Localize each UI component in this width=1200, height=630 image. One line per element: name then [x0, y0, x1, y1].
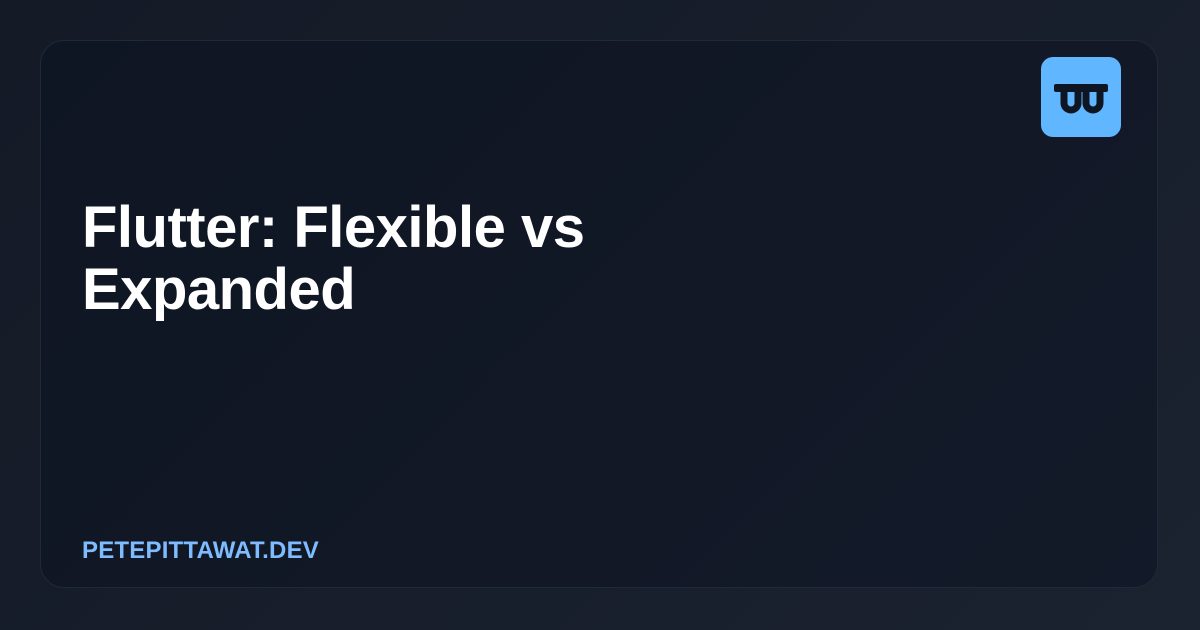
post-title: Flutter: Flexible vs Expanded: [82, 195, 585, 322]
pete-logo-icon: [1054, 84, 1108, 114]
site-logo: [1041, 57, 1121, 137]
site-domain: PETEPITTAWAT.DEV: [82, 537, 320, 564]
og-card: Flutter: Flexible vs Expanded PETEPITTAW…: [40, 40, 1158, 588]
